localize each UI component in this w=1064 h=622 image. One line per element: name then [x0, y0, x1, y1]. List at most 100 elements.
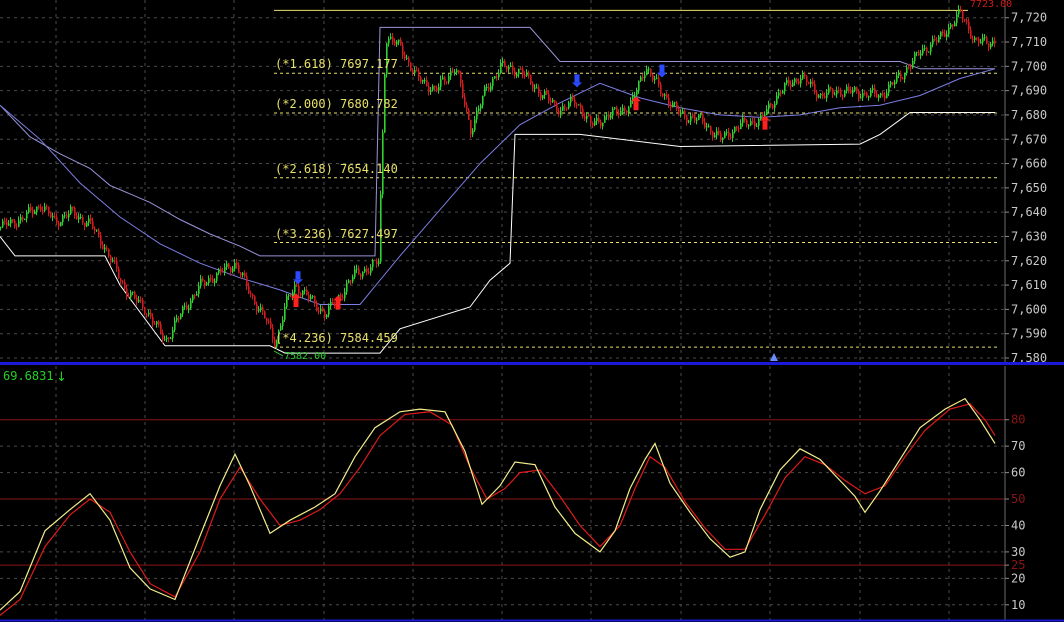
candle-body — [118, 268, 120, 279]
candle-body — [908, 67, 910, 69]
candle-body — [68, 213, 70, 218]
candle-body — [828, 87, 830, 93]
candle-body — [536, 87, 538, 89]
candle-body — [938, 36, 940, 42]
candle-body — [886, 92, 888, 98]
candle-body — [198, 285, 200, 295]
candle-body — [282, 319, 284, 326]
candle-body — [850, 90, 852, 94]
fib-label-4236: (*4.236) 7584.459 — [275, 331, 398, 345]
candle-body — [956, 14, 958, 23]
sell-signal-icon — [295, 271, 301, 280]
candle-body — [444, 77, 446, 82]
candle-body — [878, 95, 880, 98]
candle-body — [322, 308, 324, 312]
candle-body — [256, 304, 258, 311]
osc-tick-label: 30 — [1011, 545, 1025, 559]
candle-body — [220, 269, 222, 272]
osc-tick-label: 40 — [1011, 518, 1025, 532]
candle-body — [418, 70, 420, 78]
candle-body — [544, 91, 546, 96]
trading-chart[interactable]: 7,5807,5907,6007,6107,6207,6307,6407,650… — [0, 0, 1064, 622]
candle-body — [206, 282, 208, 285]
candle-body — [862, 92, 864, 98]
candle-body — [538, 87, 540, 94]
candle-body — [822, 93, 824, 97]
low-marker-label: 7582.00 — [284, 351, 326, 362]
candle-body — [960, 9, 962, 12]
candle-body — [440, 79, 442, 87]
candle-body — [824, 96, 826, 98]
candle-body — [924, 47, 926, 49]
candle-body — [784, 83, 786, 91]
candle-body — [566, 107, 568, 109]
candle-body — [476, 110, 478, 120]
candle-body — [266, 318, 268, 322]
candle-body — [188, 308, 190, 310]
candle-body — [560, 110, 562, 115]
candle-body — [716, 130, 718, 136]
candle-body — [900, 73, 902, 79]
candle-body — [630, 100, 632, 108]
price-tick-label: 7,720 — [1011, 11, 1047, 25]
candle-body — [290, 295, 292, 297]
candle-body — [660, 84, 662, 94]
candle-body — [138, 299, 140, 302]
candle-body — [484, 87, 486, 96]
candle-body — [882, 93, 884, 96]
candle-body — [236, 262, 238, 266]
candle-body — [466, 105, 468, 110]
candle-body — [254, 296, 256, 305]
candle-body — [38, 206, 40, 208]
candle-body — [298, 285, 300, 294]
candle-body — [134, 291, 136, 298]
candle-body — [44, 206, 46, 211]
candle-body — [558, 111, 560, 115]
candle-body — [318, 310, 320, 312]
candle-body — [8, 223, 10, 226]
candle-body — [556, 103, 558, 112]
candle-body — [58, 222, 60, 227]
candle-body — [860, 97, 862, 99]
candle-body — [892, 82, 894, 85]
candle-body — [212, 278, 214, 283]
candle-body — [512, 65, 514, 71]
candle-body — [28, 207, 30, 213]
candle-body — [328, 305, 330, 315]
candle-body — [698, 114, 700, 120]
candle-body — [52, 215, 54, 218]
candle-body — [794, 78, 796, 83]
candle-body — [428, 86, 430, 93]
candle-body — [770, 103, 772, 105]
candle-body — [224, 267, 226, 273]
candle-body — [446, 81, 448, 83]
candle-body — [832, 88, 834, 95]
candle-body — [452, 71, 454, 73]
candle-body — [202, 278, 204, 281]
candle-body — [786, 80, 788, 84]
candle-body — [474, 119, 476, 131]
candle-body — [196, 294, 198, 296]
chart-background — [0, 0, 1064, 622]
candle-body — [692, 116, 694, 118]
candle-body — [326, 314, 328, 318]
candle-body — [988, 43, 990, 48]
candle-body — [948, 27, 950, 35]
candle-body — [48, 206, 50, 214]
candle-body — [612, 108, 614, 116]
candle-body — [982, 37, 984, 43]
candle-body — [800, 78, 802, 84]
candle-body — [402, 45, 404, 56]
down-arrow-icon: ↓ — [56, 370, 67, 385]
candle-body — [368, 271, 370, 273]
fib-label-2618: (*2.618) 7654.140 — [275, 162, 398, 176]
candle-body — [360, 274, 362, 277]
candle-body — [320, 308, 322, 312]
candle-body — [656, 77, 658, 79]
candle-body — [404, 55, 406, 59]
candle-body — [752, 121, 754, 123]
candle-body — [272, 327, 274, 340]
candle-body — [56, 216, 58, 223]
candle-body — [514, 70, 516, 77]
candle-body — [472, 130, 474, 135]
